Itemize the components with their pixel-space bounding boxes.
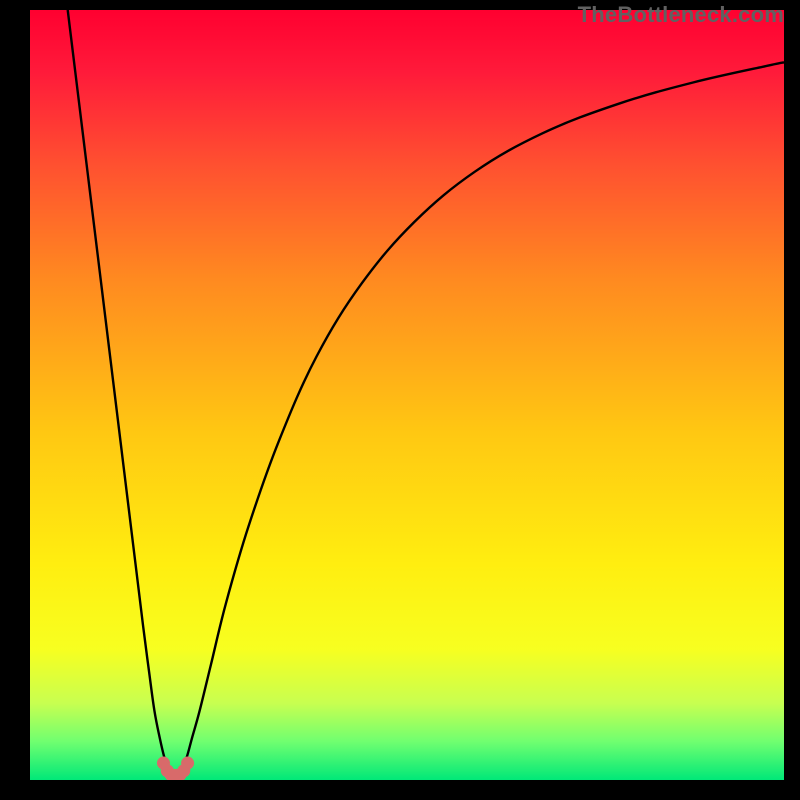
bottleneck-chart (30, 10, 784, 780)
plot-background (30, 10, 784, 780)
watermark-text: TheBottleneck.com (578, 2, 784, 28)
chart-frame: TheBottleneck.com (0, 0, 800, 800)
valley-dot (181, 757, 194, 770)
